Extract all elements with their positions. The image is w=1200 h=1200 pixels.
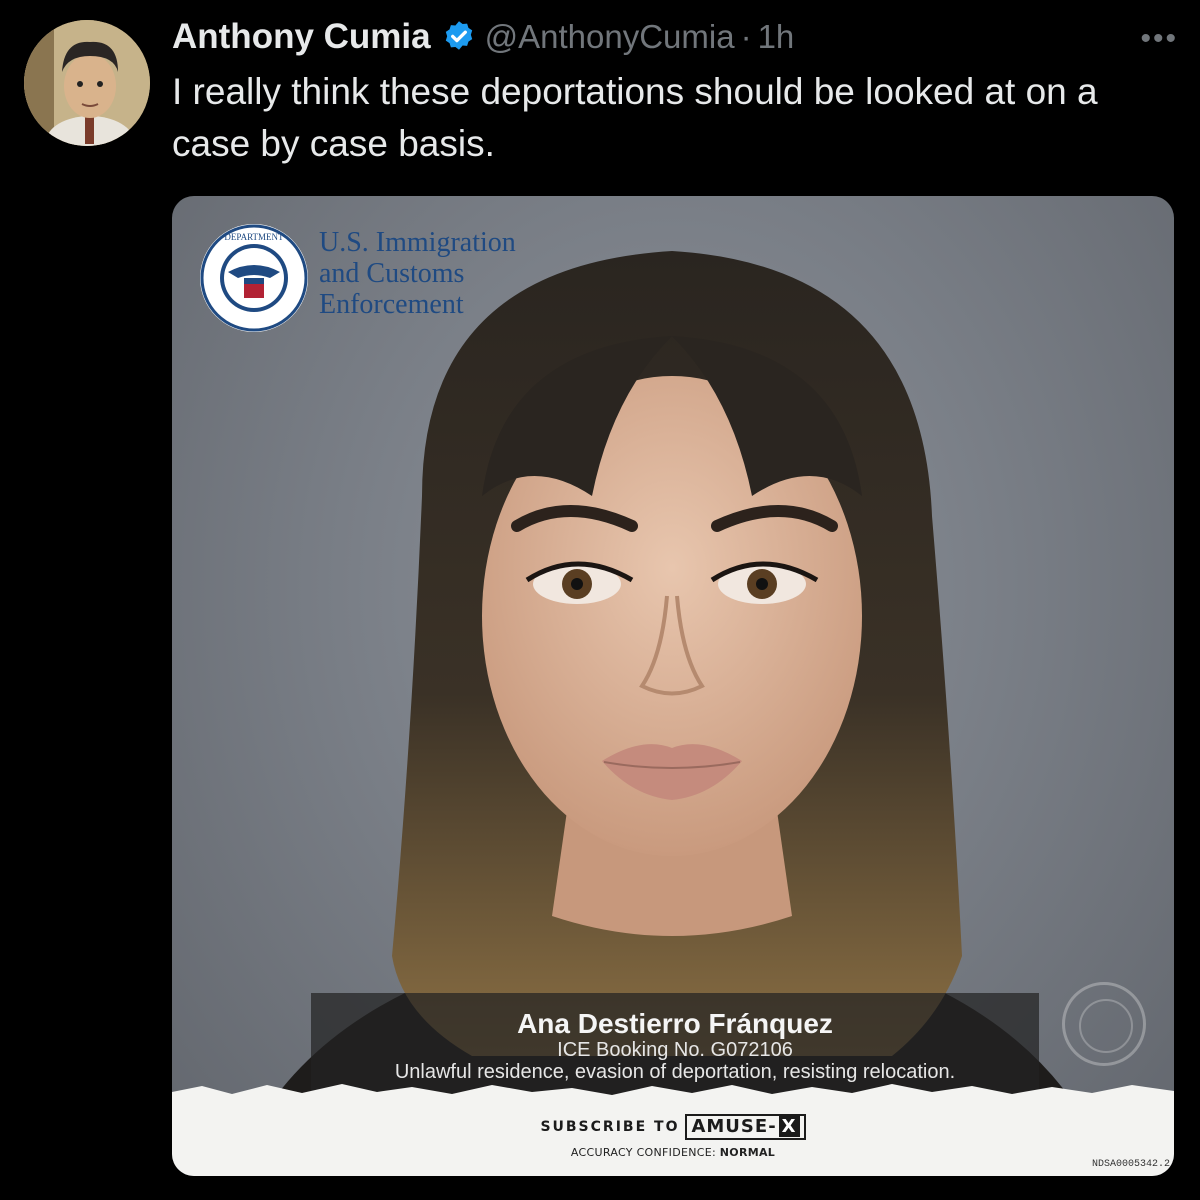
watermark-seal-icon — [1062, 982, 1146, 1066]
agency-line: and Customs — [319, 258, 465, 289]
display-name[interactable]: Anthony Cumia — [172, 17, 431, 57]
agency-line: Enforcement — [319, 289, 464, 320]
brand-main: AMUSE- — [691, 1116, 777, 1137]
separator-dot: · — [740, 18, 752, 55]
booking-number: ICE Booking No. G072106 — [557, 1039, 793, 1061]
brand-x: X — [778, 1116, 800, 1137]
agency-name: U.S. Immigration and Customs Enforcement — [319, 227, 516, 320]
timestamp[interactable]: 1h — [758, 18, 795, 56]
accuracy-confidence: ACCURACY CONFIDENCE: NORMAL — [172, 1146, 1174, 1159]
tweet-media[interactable]: DEPARTMENT U.S. Immigration and Customs … — [172, 196, 1174, 1176]
tweet-text: I really think these deportations should… — [172, 71, 1098, 164]
accuracy-prefix: ACCURACY CONFIDENCE: — [570, 1146, 716, 1159]
tweet-header: Anthony Cumia @AnthonyCumia · 1h — [172, 12, 794, 62]
avatar[interactable] — [24, 20, 150, 146]
accuracy-value: NORMAL — [719, 1146, 776, 1159]
detainee-name: Ana Destierro Fránquez — [517, 1008, 833, 1039]
subscribe-label: SUBSCRIBE TO — [540, 1119, 680, 1135]
subscribe-banner: SUBSCRIBE TO AMUSE- X ACCURACY CONFIDENCE… — [172, 1114, 1174, 1159]
verified-badge-icon[interactable] — [441, 19, 477, 55]
more-options-icon[interactable]: ••• — [1140, 22, 1178, 56]
svg-text:DEPARTMENT: DEPARTMENT — [224, 232, 284, 242]
charges-text: Unlawful residence, evasion of deportati… — [394, 1061, 956, 1083]
user-handle[interactable]: @AnthonyCumia — [485, 18, 735, 56]
avatar-image — [24, 20, 150, 146]
dhs-seal-icon: DEPARTMENT — [198, 222, 310, 334]
agency-line: U.S. Immigration — [319, 227, 516, 258]
reference-code: NDSA0005342.2 — [1091, 1159, 1170, 1170]
brand-logo: AMUSE- X — [685, 1114, 806, 1140]
